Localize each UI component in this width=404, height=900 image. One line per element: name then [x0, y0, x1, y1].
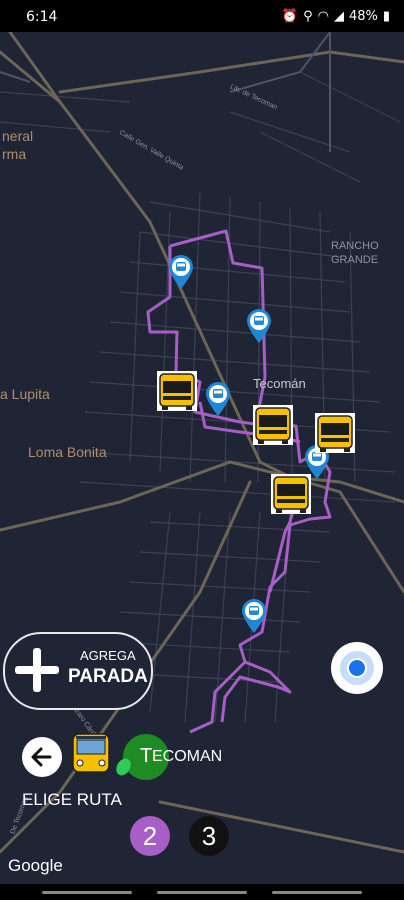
- route-bus-icon[interactable]: [71, 733, 111, 779]
- battery-icon: ▮: [382, 9, 390, 24]
- route-name[interactable]: ECOMAN: [152, 748, 222, 766]
- bus-stop-pin[interactable]: [168, 254, 194, 290]
- arrow-left-icon: [31, 747, 52, 767]
- status-icons: ⏰ ⚲ ◠ ◢ 48% ▮: [282, 9, 390, 24]
- nav-home-gesture[interactable]: [157, 891, 247, 894]
- status-bar: 6:14 ⏰ ⚲ ◠ ◢ 48% ▮: [0, 0, 404, 32]
- wifi-icon: ◠: [317, 9, 329, 24]
- route-page-3-button[interactable]: 3: [189, 816, 229, 856]
- place-label-lupita: a Lupita: [0, 386, 50, 402]
- choose-route-label[interactable]: ELIGE RUTA: [22, 790, 122, 810]
- nav-back-gesture[interactable]: [42, 891, 132, 894]
- place-label-general: neral: [2, 128, 34, 144]
- google-logo: Google: [8, 856, 63, 875]
- bus-vehicle-icon[interactable]: [157, 371, 197, 411]
- place-label-grande: GRANDE: [331, 254, 379, 266]
- route-letter: T: [140, 745, 153, 767]
- place-label-general-2: rma: [2, 146, 27, 162]
- nav-recents-gesture[interactable]: [272, 891, 362, 894]
- bus-vehicle-icon[interactable]: [315, 413, 355, 453]
- add-stop-label-1: AGREGA: [80, 648, 136, 663]
- bus-stop-pin[interactable]: [246, 308, 272, 344]
- bus-vehicle-icon[interactable]: [253, 405, 293, 445]
- place-label-tecoman: Tecomán: [253, 376, 306, 391]
- place-label-loma-bonita: Loma Bonita: [28, 444, 107, 460]
- my-location-button[interactable]: [331, 642, 383, 694]
- plus-icon: [15, 648, 59, 692]
- bus-stop-pin[interactable]: [241, 598, 267, 634]
- signal-icon: ◢: [333, 9, 344, 24]
- navigation-bar: [0, 884, 404, 900]
- add-stop-label-2: PARADA: [68, 666, 148, 687]
- alarm-icon: ⏰: [281, 9, 299, 24]
- place-label-rancho: RANCHO: [331, 240, 379, 252]
- add-stop-button[interactable]: AGREGA PARADA: [3, 632, 153, 710]
- bus-vehicle-icon[interactable]: [271, 474, 311, 514]
- bus-stop-pin[interactable]: [205, 381, 231, 417]
- status-time: 6:14: [26, 9, 58, 25]
- back-button[interactable]: [22, 737, 62, 777]
- location-icon: ⚲: [303, 9, 313, 24]
- route-page-2-button[interactable]: 2: [130, 816, 170, 856]
- battery-percent: 48%: [348, 9, 378, 24]
- location-dot-icon: [347, 658, 367, 678]
